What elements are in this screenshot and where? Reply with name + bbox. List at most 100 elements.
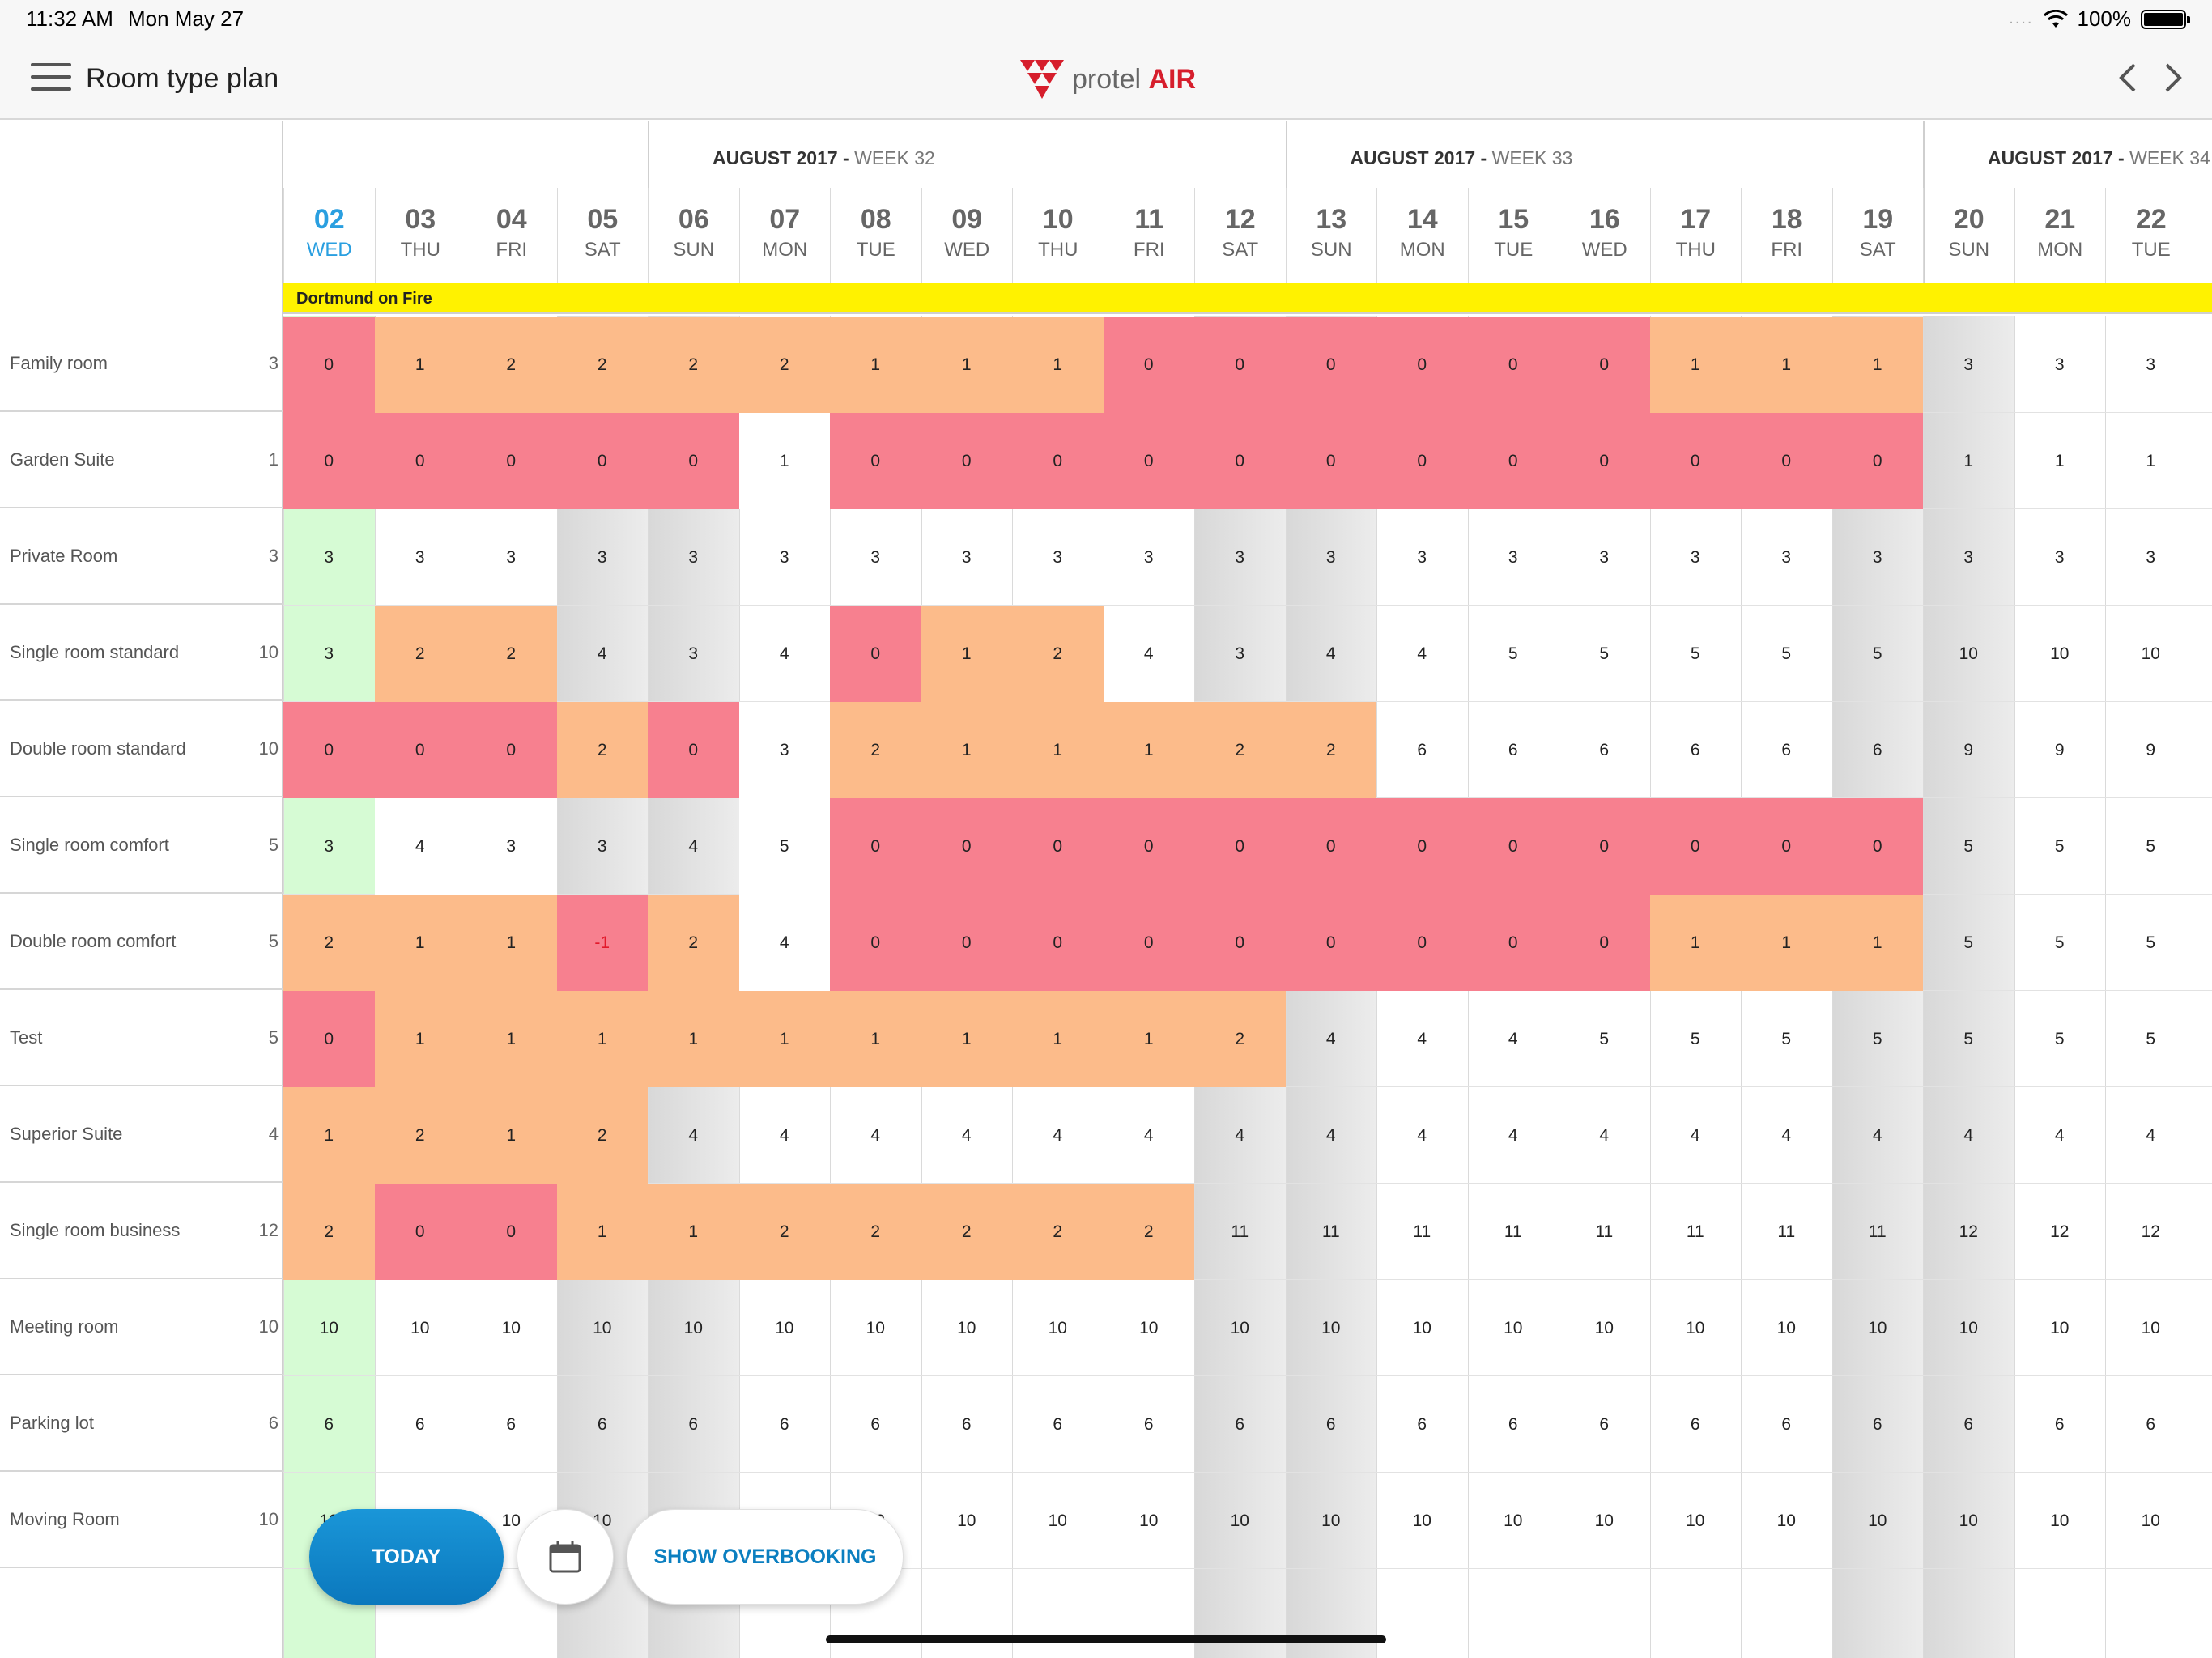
availability-cell[interactable]: 4 xyxy=(739,606,831,702)
day-header[interactable]: 10 THU xyxy=(1012,188,1104,283)
availability-cell[interactable]: 3 xyxy=(466,509,557,606)
availability-cell[interactable]: 10 xyxy=(466,1280,557,1376)
calendar-button[interactable] xyxy=(517,1509,614,1605)
show-overbooking-button[interactable]: SHOW OVERBOOKING xyxy=(627,1509,904,1605)
day-header[interactable]: 07 MON xyxy=(738,188,831,283)
room-type-row[interactable]: Double room standard 10 xyxy=(0,701,283,797)
day-header[interactable]: 08 TUE xyxy=(830,188,921,283)
availability-cell[interactable]: 0 xyxy=(1103,317,1194,413)
availability-cell[interactable]: 0 xyxy=(1741,413,1832,509)
availability-cell[interactable]: 10 xyxy=(1104,1473,1195,1569)
availability-cell[interactable]: 1 xyxy=(556,991,648,1087)
availability-cell[interactable]: 2 xyxy=(921,1184,1012,1280)
availability-cell[interactable]: 3 xyxy=(375,509,466,606)
availability-cell[interactable]: 6 xyxy=(1194,1376,1286,1473)
availability-cell[interactable]: 3 xyxy=(739,509,831,606)
availability-cell[interactable]: 0 xyxy=(1194,895,1286,991)
availability-cell[interactable]: 3 xyxy=(1832,509,1924,606)
availability-cell[interactable]: 1 xyxy=(1741,895,1832,991)
availability-cell[interactable]: 4 xyxy=(1376,1087,1468,1184)
availability-cell[interactable]: 10 xyxy=(1559,1473,1650,1569)
availability-cell[interactable]: 0 xyxy=(1194,798,1286,895)
day-header[interactable]: 06 SUN xyxy=(648,188,739,283)
availability-cell[interactable]: 6 xyxy=(1286,1376,1377,1473)
availability-cell[interactable]: 2 xyxy=(556,317,648,413)
availability-cell[interactable]: 5 xyxy=(1650,606,1742,702)
availability-cell[interactable]: 4 xyxy=(1559,1087,1650,1184)
availability-cell[interactable]: 0 xyxy=(1285,798,1376,895)
availability-cell[interactable]: 3 xyxy=(1286,509,1377,606)
availability-cell[interactable]: 1 xyxy=(648,1184,739,1280)
availability-cell[interactable]: 1 xyxy=(921,702,1012,798)
availability-cell[interactable]: 5 xyxy=(1650,991,1742,1087)
availability-cell[interactable]: 1 xyxy=(2014,413,2106,509)
availability-cell[interactable]: 10 xyxy=(1468,1473,1559,1569)
availability-cell[interactable]: 3 xyxy=(1194,606,1286,702)
availability-cell[interactable]: 6 xyxy=(921,1376,1013,1473)
availability-cell[interactable]: -1 xyxy=(556,895,648,991)
availability-cell[interactable]: 11 xyxy=(1286,1184,1377,1280)
availability-cell[interactable]: 1 xyxy=(1012,991,1104,1087)
availability-cell[interactable]: 4 xyxy=(739,1087,831,1184)
availability-cell[interactable]: 0 xyxy=(1831,413,1923,509)
day-header[interactable]: 12 SAT xyxy=(1194,188,1286,283)
day-header[interactable]: 14 MON xyxy=(1376,188,1468,283)
availability-cell[interactable]: 3 xyxy=(1376,509,1468,606)
room-type-row[interactable]: Moving Room 10 xyxy=(0,1472,283,1568)
availability-cell[interactable]: 4 xyxy=(648,798,739,895)
availability-cell[interactable]: 6 xyxy=(375,1376,466,1473)
availability-cell[interactable]: 4 xyxy=(1286,1087,1377,1184)
availability-cell[interactable]: 3 xyxy=(1104,509,1195,606)
availability-cell[interactable]: 3 xyxy=(830,509,921,606)
availability-cell[interactable]: 1 xyxy=(921,991,1012,1087)
availability-cell[interactable]: 9 xyxy=(2105,702,2197,798)
availability-cell[interactable]: 6 xyxy=(2105,1376,2197,1473)
availability-cell[interactable]: 0 xyxy=(1376,317,1468,413)
availability-cell[interactable]: 6 xyxy=(1468,702,1559,798)
day-header[interactable]: 11 FRI xyxy=(1103,188,1195,283)
chevron-right-icon[interactable] xyxy=(2159,62,2186,94)
availability-cell[interactable]: 9 xyxy=(1923,702,2014,798)
availability-cell[interactable]: 1 xyxy=(738,413,830,509)
availability-cell[interactable]: 0 xyxy=(830,895,921,991)
availability-cell[interactable]: 6 xyxy=(1559,1376,1650,1473)
day-header[interactable]: 03 THU xyxy=(374,188,466,283)
availability-cell[interactable]: 0 xyxy=(1012,895,1104,991)
availability-cell[interactable]: 10 xyxy=(1286,1280,1377,1376)
availability-cell[interactable]: 0 xyxy=(374,413,466,509)
availability-cell[interactable]: 0 xyxy=(1103,798,1194,895)
availability-cell[interactable]: 10 xyxy=(1012,1473,1104,1569)
availability-cell[interactable]: 11 xyxy=(1741,1184,1832,1280)
availability-cell[interactable]: 1 xyxy=(556,1184,648,1280)
availability-cell[interactable]: 3 xyxy=(738,702,830,798)
room-type-row[interactable]: Single room standard 10 xyxy=(0,605,283,701)
availability-cell[interactable]: 6 xyxy=(1012,1376,1104,1473)
availability-cell[interactable]: 0 xyxy=(1194,317,1286,413)
availability-cell[interactable]: 1 xyxy=(1649,895,1741,991)
availability-cell[interactable]: 5 xyxy=(1832,991,1924,1087)
availability-cell[interactable]: 0 xyxy=(283,413,375,509)
chevron-left-icon[interactable] xyxy=(2115,62,2142,94)
availability-cell[interactable]: 10 xyxy=(1741,1280,1832,1376)
availability-cell[interactable]: 5 xyxy=(2014,991,2106,1087)
availability-cell[interactable]: 10 xyxy=(375,1280,466,1376)
availability-cell[interactable]: 0 xyxy=(1376,798,1468,895)
availability-cell[interactable]: 0 xyxy=(1559,413,1650,509)
availability-cell[interactable]: 0 xyxy=(1103,413,1194,509)
availability-cell[interactable]: 1 xyxy=(921,317,1012,413)
availability-cell[interactable]: 10 xyxy=(1376,1473,1468,1569)
availability-cell[interactable]: 10 xyxy=(921,1280,1013,1376)
room-type-row[interactable]: Single room business 12 xyxy=(0,1183,283,1279)
availability-cell[interactable]: 3 xyxy=(283,606,375,702)
availability-cell[interactable]: 0 xyxy=(1559,895,1650,991)
availability-cell[interactable]: 1 xyxy=(1103,702,1194,798)
availability-cell[interactable]: 0 xyxy=(921,413,1012,509)
availability-cell[interactable]: 0 xyxy=(1649,413,1741,509)
availability-cell[interactable]: 0 xyxy=(1559,317,1650,413)
availability-cell[interactable]: 3 xyxy=(1741,509,1832,606)
day-header[interactable]: 21 MON xyxy=(2014,188,2106,283)
availability-cell[interactable]: 6 xyxy=(648,1376,739,1473)
availability-cell[interactable]: 1 xyxy=(466,1087,557,1184)
availability-cell[interactable]: 1 xyxy=(1831,895,1923,991)
availability-cell[interactable]: 0 xyxy=(1831,798,1923,895)
